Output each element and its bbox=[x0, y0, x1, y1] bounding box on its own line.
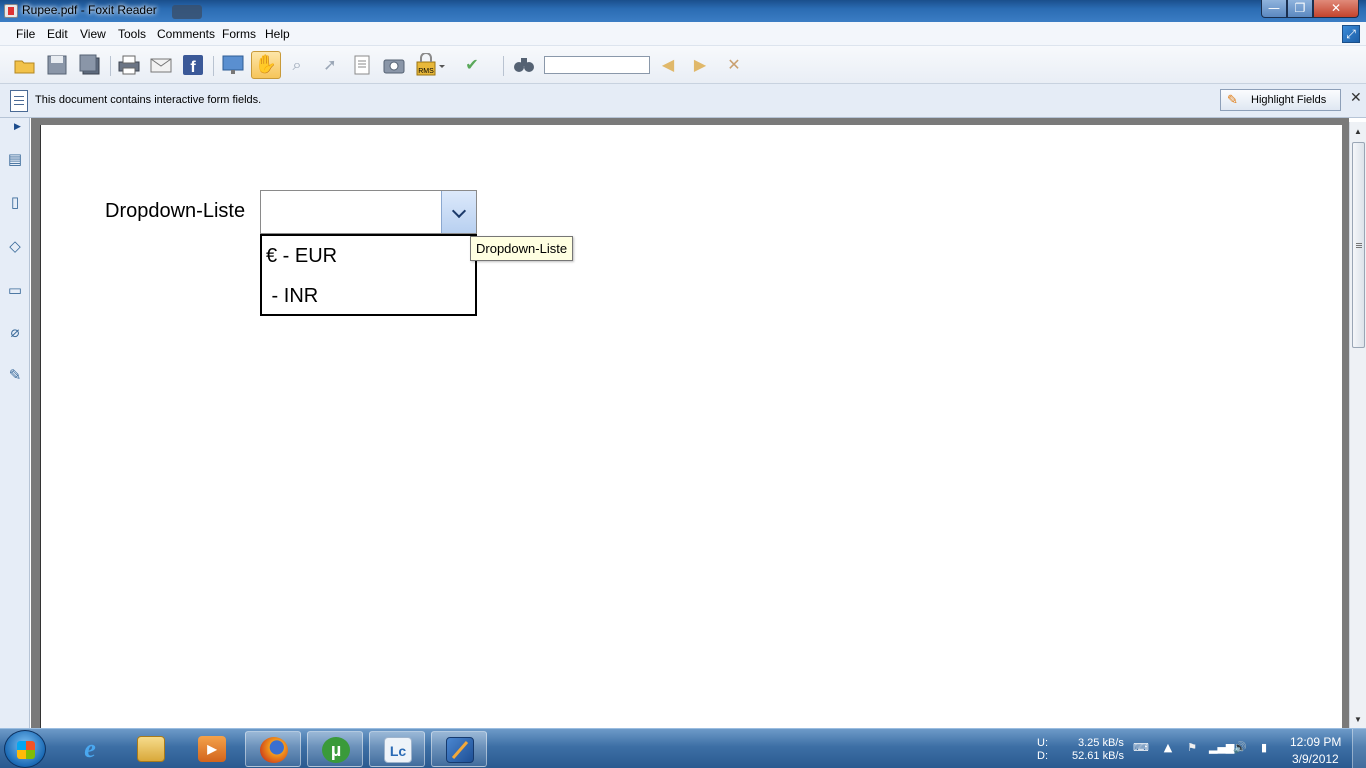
clock-time: 12:09 PM bbox=[1290, 735, 1342, 749]
save-all-icon[interactable] bbox=[78, 53, 102, 77]
close-infobar-icon[interactable]: ✕ bbox=[1350, 89, 1362, 106]
window-title: Rupee.pdf - Foxit Reader bbox=[22, 3, 157, 17]
hand-tool-icon[interactable]: ✋ bbox=[251, 51, 281, 79]
menu-comments[interactable]: Comments bbox=[157, 27, 215, 41]
utorrent-icon[interactable]: µ bbox=[307, 731, 363, 767]
rms-icon[interactable]: RMS bbox=[415, 52, 445, 77]
field-tooltip: Dropdown-Liste bbox=[470, 236, 574, 261]
highlight-fields-label: Highlight Fields bbox=[1251, 94, 1327, 106]
menu-edit[interactable]: Edit bbox=[47, 27, 68, 41]
scroll-up-icon[interactable]: ▲ bbox=[1350, 124, 1366, 140]
navigation-panel: ▶ ▤ ▯ ◇ ▭ ⌀ ✎ bbox=[0, 118, 30, 728]
scroll-down-icon[interactable]: ▼ bbox=[1350, 712, 1366, 728]
foxit-reader-icon[interactable] bbox=[431, 731, 487, 767]
text-select-icon[interactable] bbox=[350, 53, 374, 77]
keyboard-icon[interactable]: ⌨ bbox=[1133, 741, 1149, 755]
start-button[interactable] bbox=[4, 730, 46, 768]
sign-icon[interactable]: ✔ bbox=[460, 53, 484, 77]
dropdown-option-list: € - EUR - INR bbox=[260, 234, 477, 316]
menu-tools[interactable]: Tools bbox=[118, 27, 146, 41]
clock-date: 3/9/2012 bbox=[1292, 752, 1339, 766]
internet-explorer-icon[interactable]: e bbox=[62, 731, 118, 767]
form-info-bar: This document contains interactive form … bbox=[0, 84, 1366, 118]
save-icon[interactable] bbox=[45, 53, 69, 77]
chevron-down-icon[interactable] bbox=[441, 191, 476, 233]
show-desktop-button[interactable] bbox=[1352, 729, 1366, 768]
find-input[interactable] bbox=[544, 56, 650, 74]
menu-view[interactable]: View bbox=[80, 27, 106, 41]
power-icon[interactable]: ▮ bbox=[1257, 741, 1271, 755]
action-center-icon[interactable]: ⚑ bbox=[1185, 741, 1199, 755]
lc-app-icon[interactable]: Lc bbox=[369, 731, 425, 767]
download-rate: 52.61 kB/s bbox=[1072, 750, 1124, 762]
select-tool-icon[interactable]: ➚ bbox=[318, 53, 342, 77]
facebook-icon[interactable]: f bbox=[181, 53, 205, 77]
dropdown-option-eur[interactable]: € - EUR bbox=[266, 245, 337, 268]
toolbar-separator bbox=[213, 56, 214, 76]
title-bar: Rupee.pdf - Foxit Reader — ❐ ✕ bbox=[0, 0, 1366, 22]
find-clear-icon[interactable]: ✕ bbox=[722, 53, 746, 77]
show-hidden-icons-icon[interactable]: ▲ bbox=[1161, 741, 1175, 755]
print-icon[interactable] bbox=[117, 53, 141, 77]
menu-help[interactable]: Help bbox=[265, 27, 290, 41]
network-signal-icon[interactable]: ▂▄▆ bbox=[1209, 741, 1234, 755]
signatures-icon[interactable]: ✎ bbox=[4, 364, 26, 386]
pen-icon: ✎ bbox=[1227, 92, 1238, 107]
svg-text:RMS: RMS bbox=[418, 68, 434, 75]
find-next-icon[interactable]: ▶ bbox=[688, 53, 712, 77]
highlight-fields-button[interactable]: ✎ Highlight Fields bbox=[1220, 89, 1341, 111]
upload-rate: 3.25 kB/s bbox=[1078, 737, 1124, 749]
blurred-title-fragment bbox=[172, 5, 202, 19]
find-binoculars-icon[interactable] bbox=[512, 53, 536, 77]
form-info-message: This document contains interactive form … bbox=[35, 94, 262, 106]
close-button[interactable]: ✕ bbox=[1313, 0, 1359, 18]
windows-logo-icon bbox=[17, 741, 35, 759]
toolbar-separator bbox=[503, 56, 504, 76]
snapshot-icon[interactable] bbox=[382, 53, 406, 77]
expand-panel-icon[interactable]: ▶ bbox=[14, 121, 21, 132]
restore-view-icon[interactable]: ⤢ bbox=[1342, 25, 1360, 43]
zoom-tool-icon[interactable]: ⌕ bbox=[285, 53, 309, 77]
maximize-button[interactable]: ❐ bbox=[1287, 0, 1313, 18]
layers-icon[interactable]: ◇ bbox=[4, 235, 26, 257]
minimize-button[interactable]: — bbox=[1261, 0, 1287, 18]
foxit-app-icon[interactable] bbox=[4, 4, 18, 18]
menu-file[interactable]: File bbox=[16, 27, 35, 41]
vertical-scrollbar[interactable]: ▲ ▼ bbox=[1349, 122, 1366, 728]
toolbar: f ✋ ⌕ ➚ RMS ✔ ◀ ▶ ✕ bbox=[0, 46, 1366, 84]
bookmarks-icon[interactable]: ▤ bbox=[4, 148, 26, 170]
dropdown-field-label: Dropdown-Liste bbox=[105, 200, 246, 222]
media-player-icon[interactable]: ▶ bbox=[184, 731, 240, 767]
email-icon[interactable] bbox=[149, 53, 173, 77]
volume-icon[interactable]: 🔊 bbox=[1233, 741, 1247, 755]
open-icon[interactable] bbox=[13, 53, 37, 77]
scrollbar-thumb[interactable] bbox=[1352, 142, 1365, 348]
document-icon bbox=[10, 90, 28, 112]
firefox-icon[interactable] bbox=[245, 731, 301, 767]
download-label: D: bbox=[1037, 750, 1048, 762]
upload-label: U: bbox=[1037, 737, 1048, 749]
menu-forms[interactable]: Forms bbox=[222, 27, 256, 41]
dropdown-option-inr[interactable]: - INR bbox=[266, 285, 319, 308]
dropdown-field[interactable] bbox=[260, 190, 477, 234]
explorer-folder-icon[interactable] bbox=[123, 731, 179, 767]
svg-text:f: f bbox=[190, 59, 196, 76]
toolbar-separator bbox=[110, 56, 111, 76]
taskbar: e ▶ µ Lc U: 3.25 kB/s D: 52.61 kB/s ⌨ ▲ … bbox=[0, 728, 1366, 768]
menu-bar: File Edit View Tools Comments Forms Help… bbox=[0, 22, 1366, 46]
comments-icon[interactable]: ▭ bbox=[4, 279, 26, 301]
find-prev-icon[interactable]: ◀ bbox=[656, 53, 680, 77]
presentation-icon[interactable] bbox=[221, 53, 245, 77]
pages-icon[interactable]: ▯ bbox=[4, 191, 26, 213]
attachments-icon[interactable]: ⌀ bbox=[4, 321, 26, 343]
